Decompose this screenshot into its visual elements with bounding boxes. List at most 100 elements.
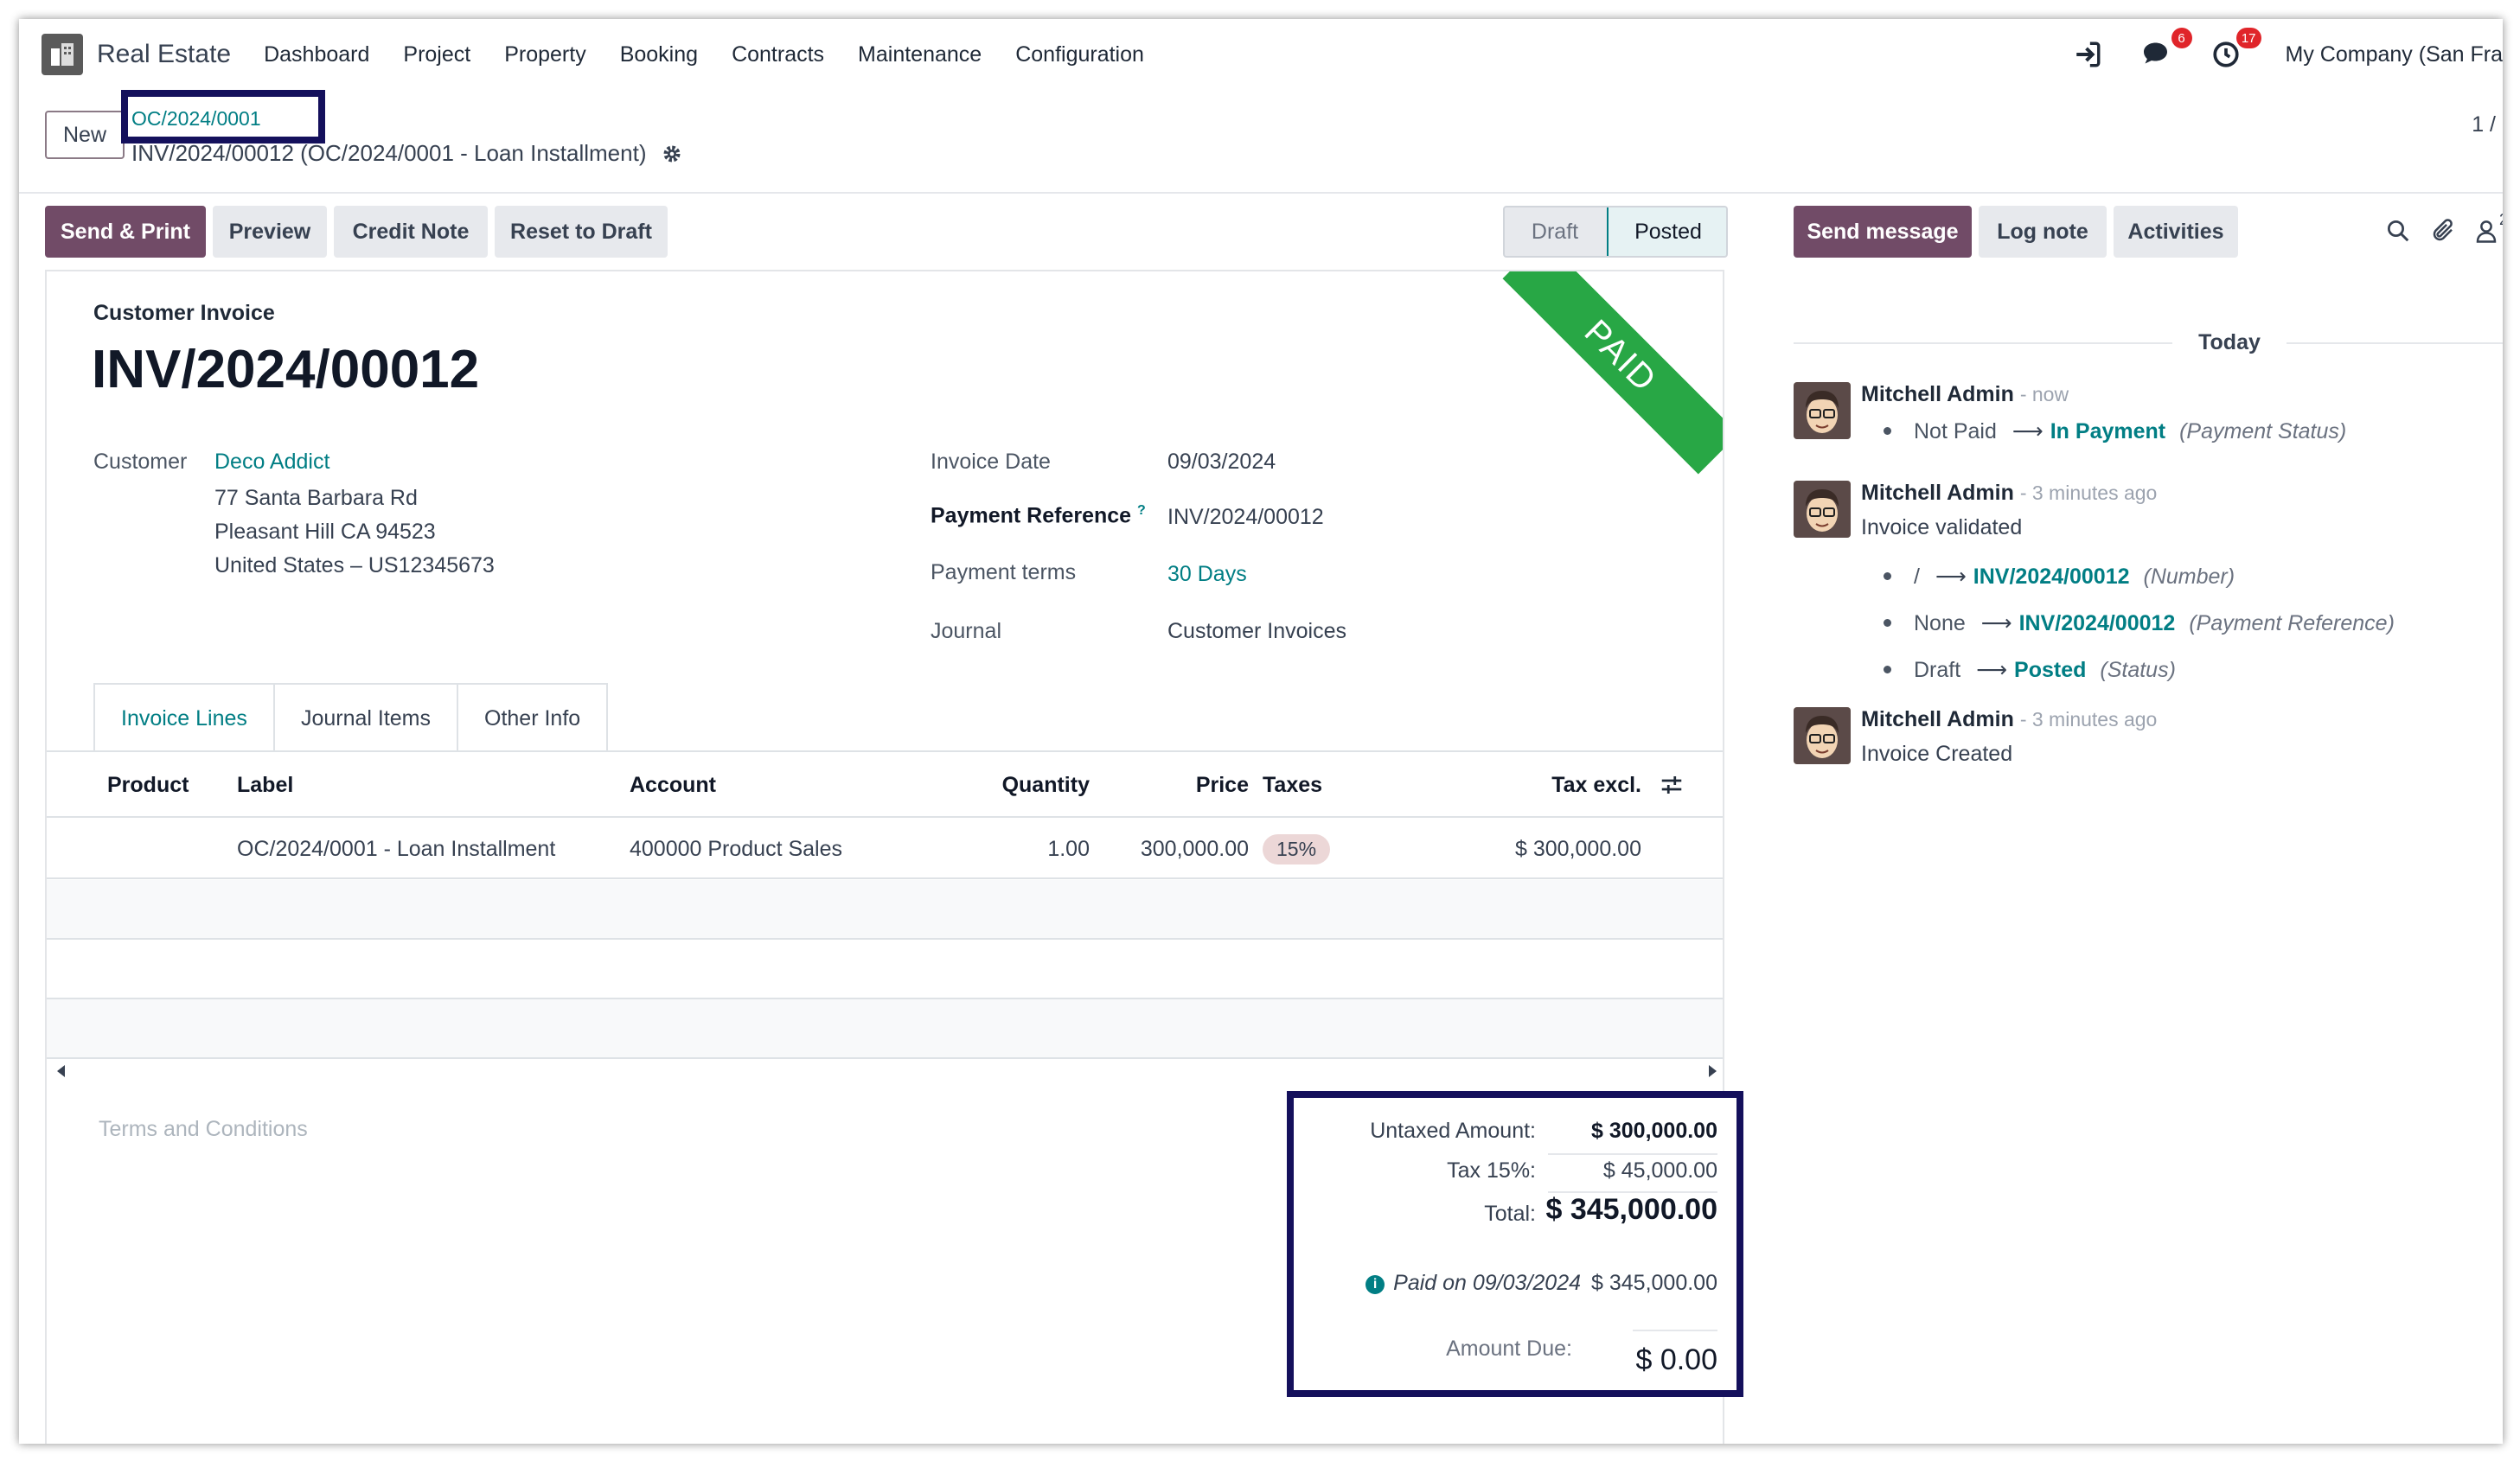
tab-invoice-lines[interactable]: Invoice Lines [93, 683, 275, 752]
cell-quantity[interactable]: 1.00 [969, 820, 1090, 878]
col-price[interactable]: Price [1128, 752, 1249, 818]
paid-ribbon: PAID [1502, 271, 1723, 475]
paid-on-label: Paid on 09/03/2024 [1393, 1271, 1581, 1295]
menu-contracts[interactable]: Contracts [732, 42, 824, 67]
col-label[interactable]: Label [237, 752, 293, 818]
log-note-button[interactable]: Log note [1979, 206, 2107, 258]
new-button[interactable]: New [45, 111, 125, 159]
journal-label: Journal [931, 619, 1001, 643]
untaxed-label: Untaxed Amount: [1370, 1119, 1536, 1143]
avatar[interactable] [1794, 382, 1851, 439]
message-date: - now [2019, 383, 2069, 405]
real-estate-app-icon[interactable] [42, 34, 83, 75]
avatar[interactable] [1794, 707, 1851, 764]
new-value: In Payment [2050, 419, 2166, 443]
invoice-date-field[interactable]: 09/03/2024 [1167, 450, 1276, 475]
tab-journal-items[interactable]: Journal Items [272, 683, 458, 752]
cell-account[interactable]: 400000 Product Sales [630, 820, 842, 878]
tab-other-info[interactable]: Other Info [457, 683, 609, 752]
cell-price[interactable]: 300,000.00 [1128, 820, 1249, 878]
scroll-right-icon[interactable] [1709, 1065, 1717, 1077]
menu-project[interactable]: Project [403, 42, 470, 67]
activities-clock-icon[interactable]: 17 [2208, 28, 2261, 73]
payment-line[interactable]: i Paid on 09/03/2024 [1366, 1271, 1581, 1296]
author-name[interactable]: Mitchell Admin [1861, 707, 2014, 731]
author-name[interactable]: Mitchell Admin [1861, 382, 2014, 406]
amount-due-label: Amount Due: [1446, 1337, 1572, 1361]
untaxed-amount: $ 300,000.00 [1591, 1119, 1717, 1143]
table-row-empty[interactable] [47, 940, 1723, 999]
menu-dashboard[interactable]: Dashboard [264, 42, 369, 67]
author-name[interactable]: Mitchell Admin [1861, 481, 2014, 505]
send-message-button[interactable]: Send message [1794, 206, 1972, 258]
journal-field[interactable]: Customer Invoices [1167, 619, 1346, 644]
status-posted[interactable]: Posted [1607, 207, 1726, 256]
send-print-button[interactable]: Send & Print [45, 206, 206, 258]
table-row-empty[interactable] [47, 880, 1723, 940]
bullet [1884, 427, 1891, 435]
gear-icon[interactable] [662, 144, 682, 170]
table-row[interactable]: OC/2024/0001 - Loan Installment 400000 P… [47, 820, 1723, 879]
payment-reference-field[interactable]: INV/2024/00012 [1167, 505, 1324, 530]
col-quantity[interactable]: Quantity [969, 752, 1090, 818]
company-switcher[interactable]: My Company (San Fra [2286, 42, 2503, 67]
menu-property[interactable]: Property [504, 42, 585, 67]
message-author[interactable]: Mitchell Admin - 3 minutes ago [1861, 481, 2157, 506]
table-row-empty[interactable] [47, 999, 1723, 1059]
search-icon[interactable] [2385, 218, 2411, 248]
followers-count: 2 [2499, 211, 2503, 229]
new-value: Posted [2014, 658, 2087, 682]
tracking-value: / ⟶ INV/2024/00012 (Number) [1884, 564, 2235, 590]
attachment-icon[interactable] [2430, 218, 2456, 248]
messages-icon[interactable]: 6 [2139, 28, 2192, 73]
tracking-value: Not Paid ⟶ In Payment (Payment Status) [1884, 418, 2346, 444]
menu-booking[interactable]: Booking [620, 42, 698, 67]
message-author[interactable]: Mitchell Admin - now [1861, 382, 2069, 407]
ribbon-text: PAID [1577, 312, 1665, 399]
login-icon[interactable] [2069, 36, 2106, 73]
credit-note-button[interactable]: Credit Note [334, 206, 488, 258]
scroll-left-icon[interactable] [57, 1065, 65, 1077]
info-icon[interactable]: i [1366, 1275, 1385, 1294]
payment-terms-link[interactable]: 30 Days [1167, 562, 1247, 587]
lines-table-header: Product Label Account Quantity Price Tax… [47, 752, 1723, 818]
terms-conditions-field[interactable]: Terms and Conditions [99, 1117, 308, 1142]
followers-icon[interactable]: 2 [2475, 211, 2503, 248]
col-product[interactable]: Product [107, 752, 189, 818]
col-taxes[interactable]: Taxes [1263, 752, 1322, 818]
arrow-right-icon: ⟶ [1935, 565, 1967, 589]
cell-taxes[interactable]: 15% [1263, 820, 1331, 878]
top-navbar: Real Estate Dashboard Project Property B… [19, 19, 2503, 90]
column-settings-icon[interactable] [1659, 752, 1685, 818]
chatter-panel: Send message Log note Activities 2 Today… [1794, 206, 2503, 1444]
avatar[interactable] [1794, 481, 1851, 538]
help-icon[interactable]: ? [1137, 503, 1146, 518]
tracking-field: (Payment Status) [2179, 419, 2347, 443]
activities-button[interactable]: Activities [2114, 206, 2238, 258]
messages-badge: 6 [2171, 28, 2192, 48]
divider [1794, 342, 2172, 344]
address-line1: 77 Santa Barbara Rd [214, 486, 418, 510]
tax-tag: 15% [1263, 833, 1331, 864]
arrow-right-icon: ⟶ [1980, 611, 2012, 635]
totals-summary: Untaxed Amount: $ 300,000.00 Tax 15%: $ … [1287, 1091, 1743, 1397]
notebook-tabs: Invoice Lines Journal Items Other Info [93, 683, 609, 752]
cell-label[interactable]: OC/2024/0001 - Loan Installment [237, 820, 555, 878]
menu-maintenance[interactable]: Maintenance [858, 42, 982, 67]
app-name[interactable]: Real Estate [97, 40, 231, 69]
reset-to-draft-button[interactable]: Reset to Draft [495, 206, 668, 258]
message-author[interactable]: Mitchell Admin - 3 minutes ago [1861, 707, 2157, 732]
divider [1548, 1153, 1717, 1155]
pager[interactable]: 1 / [2472, 112, 2496, 137]
customer-link[interactable]: Deco Addict [214, 450, 329, 475]
old-value: Draft [1914, 658, 1961, 682]
col-tax-excl[interactable]: Tax excl. [1517, 752, 1641, 818]
status-draft[interactable]: Draft [1505, 207, 1605, 256]
cell-tax-excl[interactable]: $ 300,000.00 [1465, 820, 1641, 878]
new-value: INV/2024/00012 [2018, 611, 2176, 635]
old-value: / [1914, 565, 1920, 589]
col-account[interactable]: Account [630, 752, 716, 818]
menu-configuration[interactable]: Configuration [1015, 42, 1144, 67]
breadcrumb-link[interactable]: OC/2024/0001 [131, 107, 261, 131]
preview-button[interactable]: Preview [213, 206, 327, 258]
